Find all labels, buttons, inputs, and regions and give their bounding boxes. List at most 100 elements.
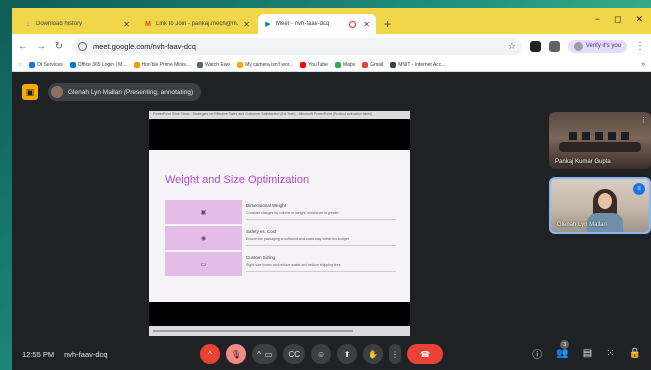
slide-row-heading: Dimensional Weight	[246, 203, 286, 208]
bookmark-item[interactable]: Gmail	[362, 61, 383, 68]
info-icon[interactable]: ⓘ	[532, 346, 542, 361]
reactions-button[interactable]: ☺	[311, 344, 332, 364]
slide-row-icon: ▭	[165, 252, 242, 276]
new-tab-button[interactable]: +	[384, 17, 391, 31]
room-background	[559, 142, 641, 152]
url-text: meet.google.com/nvh-faav-dcq	[93, 41, 196, 51]
end-call-icon: ☎	[420, 349, 431, 359]
mic-options-button[interactable]: ^	[200, 344, 220, 364]
mic-toggle-button[interactable]: 🎙	[226, 344, 247, 364]
meet-header: ▣ Glenah Lyn Mallari (Presenting, annota…	[12, 72, 651, 112]
bookmark-item[interactable]: Maps	[334, 61, 355, 68]
meeting-time: 12:55 PM	[22, 349, 55, 359]
more-options-icon[interactable]: ⋮	[640, 116, 647, 124]
tab-title: Link to Join - pankaj.mech@m...	[156, 21, 240, 27]
tab-title: Meet - nvh-faav-dcq	[276, 21, 330, 27]
profile-button[interactable]: Verify it's you	[567, 39, 627, 53]
slide-row-icon: ◉	[165, 226, 242, 250]
present-button[interactable]: ⬆	[337, 344, 358, 364]
apps-icon[interactable]: ⁙	[18, 62, 22, 68]
participant-name: Pankaj Kumar Gupta	[555, 159, 611, 165]
participant-tile[interactable]: ⋮ Pankaj Kumar Gupta	[549, 112, 651, 169]
more-vert-icon: ⋮	[391, 349, 400, 359]
gmail-icon: M	[145, 20, 151, 28]
site-info-icon[interactable]	[78, 41, 87, 51]
browser-window: ↓ Download history ✕ M Link to Join - pa…	[12, 8, 651, 370]
extensions-puzzle-icon[interactable]	[548, 40, 560, 52]
meet-icon: ▶	[265, 21, 271, 28]
participant-tile-active-speaker[interactable]: ≡ Glenah Lyn Mallari	[549, 177, 651, 234]
slide-title: Weight and Size Optimization	[165, 174, 310, 186]
reload-icon[interactable]: ↻	[54, 41, 64, 52]
more-options-button[interactable]: ⋮	[389, 344, 402, 364]
presenter-pill[interactable]: Glenah Lyn Mallari (Presenting, annotati…	[48, 83, 202, 101]
download-icon: ↓	[26, 20, 30, 28]
browser-toolbar: ← → ↻ meet.google.com/nvh-faav-dcq ☆ Ver…	[12, 34, 651, 58]
slide-row-icon: ▣	[165, 200, 242, 224]
forward-icon[interactable]: →	[36, 41, 46, 52]
address-bar[interactable]: meet.google.com/nvh-faav-dcq ☆	[72, 37, 522, 55]
present-icon: ⬆	[343, 349, 351, 359]
bookmark-item[interactable]: My camera isn't wor...	[237, 61, 293, 68]
scrollbar[interactable]	[153, 330, 353, 332]
room-background	[569, 132, 631, 140]
extension-icon[interactable]	[529, 40, 541, 52]
camera-toggle-button[interactable]: ^ ▭	[252, 344, 278, 364]
recording-icon	[349, 20, 357, 28]
hand-icon: ✋	[368, 349, 379, 359]
side-controls: ⓘ 3 👥 ▤ ⁙ 🔒	[532, 340, 641, 361]
bookmark-item[interactable]: Office 365 Login | M...	[69, 61, 127, 68]
people-icon: 👥	[556, 348, 569, 359]
avatar	[573, 41, 583, 51]
mic-off-icon: 🎙	[231, 349, 242, 359]
bookmark-item[interactable]: MNIT - Internet Acc...	[390, 61, 445, 68]
divider	[246, 271, 396, 272]
window-controls: − ◻ ✕	[595, 14, 643, 25]
captions-button[interactable]: CC	[283, 344, 306, 364]
participant-video	[598, 193, 612, 209]
divider	[246, 219, 396, 220]
bookmark-star-icon[interactable]: ☆	[508, 41, 516, 52]
raise-hand-button[interactable]: ✋	[363, 344, 384, 364]
slide-row-desc: Ensure the packaging is sufficient and c…	[246, 237, 349, 241]
activities-icon[interactable]: ⁙	[606, 348, 614, 359]
minimize-button[interactable]: −	[595, 14, 600, 25]
tab-meet[interactable]: ▶ Meet - nvh-faav-dcq ✕	[258, 14, 376, 34]
tab-strip: ↓ Download history ✕ M Link to Join - pa…	[12, 8, 651, 34]
bookmarks-bar: ⁙ Dt Services Office 365 Login | M... Ho…	[12, 58, 651, 72]
tab-download-history[interactable]: ↓ Download history ✕	[18, 14, 136, 34]
close-tab-icon[interactable]: ✕	[243, 20, 250, 29]
close-tab-icon[interactable]: ✕	[363, 20, 370, 29]
meeting-code: nvh-faav-dcq	[64, 349, 108, 359]
call-controls: ^ 🎙 ^ ▭ CC ☺ ⬆ ✋ ⋮ ☎	[200, 344, 444, 364]
close-tab-icon[interactable]: ✕	[123, 20, 130, 29]
people-button[interactable]: 3 👥	[556, 340, 570, 359]
participant-name: Glenah Lyn Mallari	[557, 222, 607, 228]
slide-row-heading: Safety vs. Cost	[246, 229, 277, 234]
captions-icon: CC	[288, 349, 301, 359]
bookmark-item[interactable]: YouTube	[300, 61, 328, 68]
chat-icon[interactable]: ▤	[583, 348, 592, 359]
presentation-footer	[149, 326, 410, 336]
browser-menu-icon[interactable]: ⋮	[635, 41, 645, 52]
slide-row-heading: Custom Sizing	[246, 255, 276, 260]
more-bookmarks-button[interactable]: »	[641, 61, 645, 68]
bookmark-item[interactable]: Watch Ewe	[196, 61, 230, 68]
bookmark-item[interactable]: Dt Services	[29, 61, 63, 68]
presentation-stage[interactable]: PowerPoint Slide Show - Strategies for E…	[149, 111, 410, 336]
close-window-button[interactable]: ✕	[635, 14, 643, 25]
chevron-up-icon: ^	[208, 349, 212, 359]
divider	[246, 245, 396, 246]
meet-control-bar: 12:55 PM nvh-faav-dcq ^ 🎙 ^ ▭ CC ☺ ⬆ ✋ ⋮…	[12, 338, 651, 370]
layout-icon[interactable]: ▣	[22, 84, 38, 100]
restore-icon[interactable]: ◻	[614, 14, 621, 25]
tab-gmail[interactable]: M Link to Join - pankaj.mech@m... ✕	[138, 14, 256, 34]
host-controls-icon[interactable]: 🔒	[629, 348, 641, 359]
back-icon[interactable]: ←	[18, 41, 28, 52]
leave-call-button[interactable]: ☎	[407, 344, 444, 364]
bookmark-item[interactable]: Hon'ble Prime Minis...	[133, 61, 190, 68]
slide-row: ◉ Safety vs. Cost Ensure the packaging i…	[165, 226, 397, 250]
tab-title: Download history	[36, 21, 83, 27]
avatar	[51, 86, 63, 98]
slide-row-desc: Right-size boxes and reduce waste and re…	[246, 263, 341, 267]
